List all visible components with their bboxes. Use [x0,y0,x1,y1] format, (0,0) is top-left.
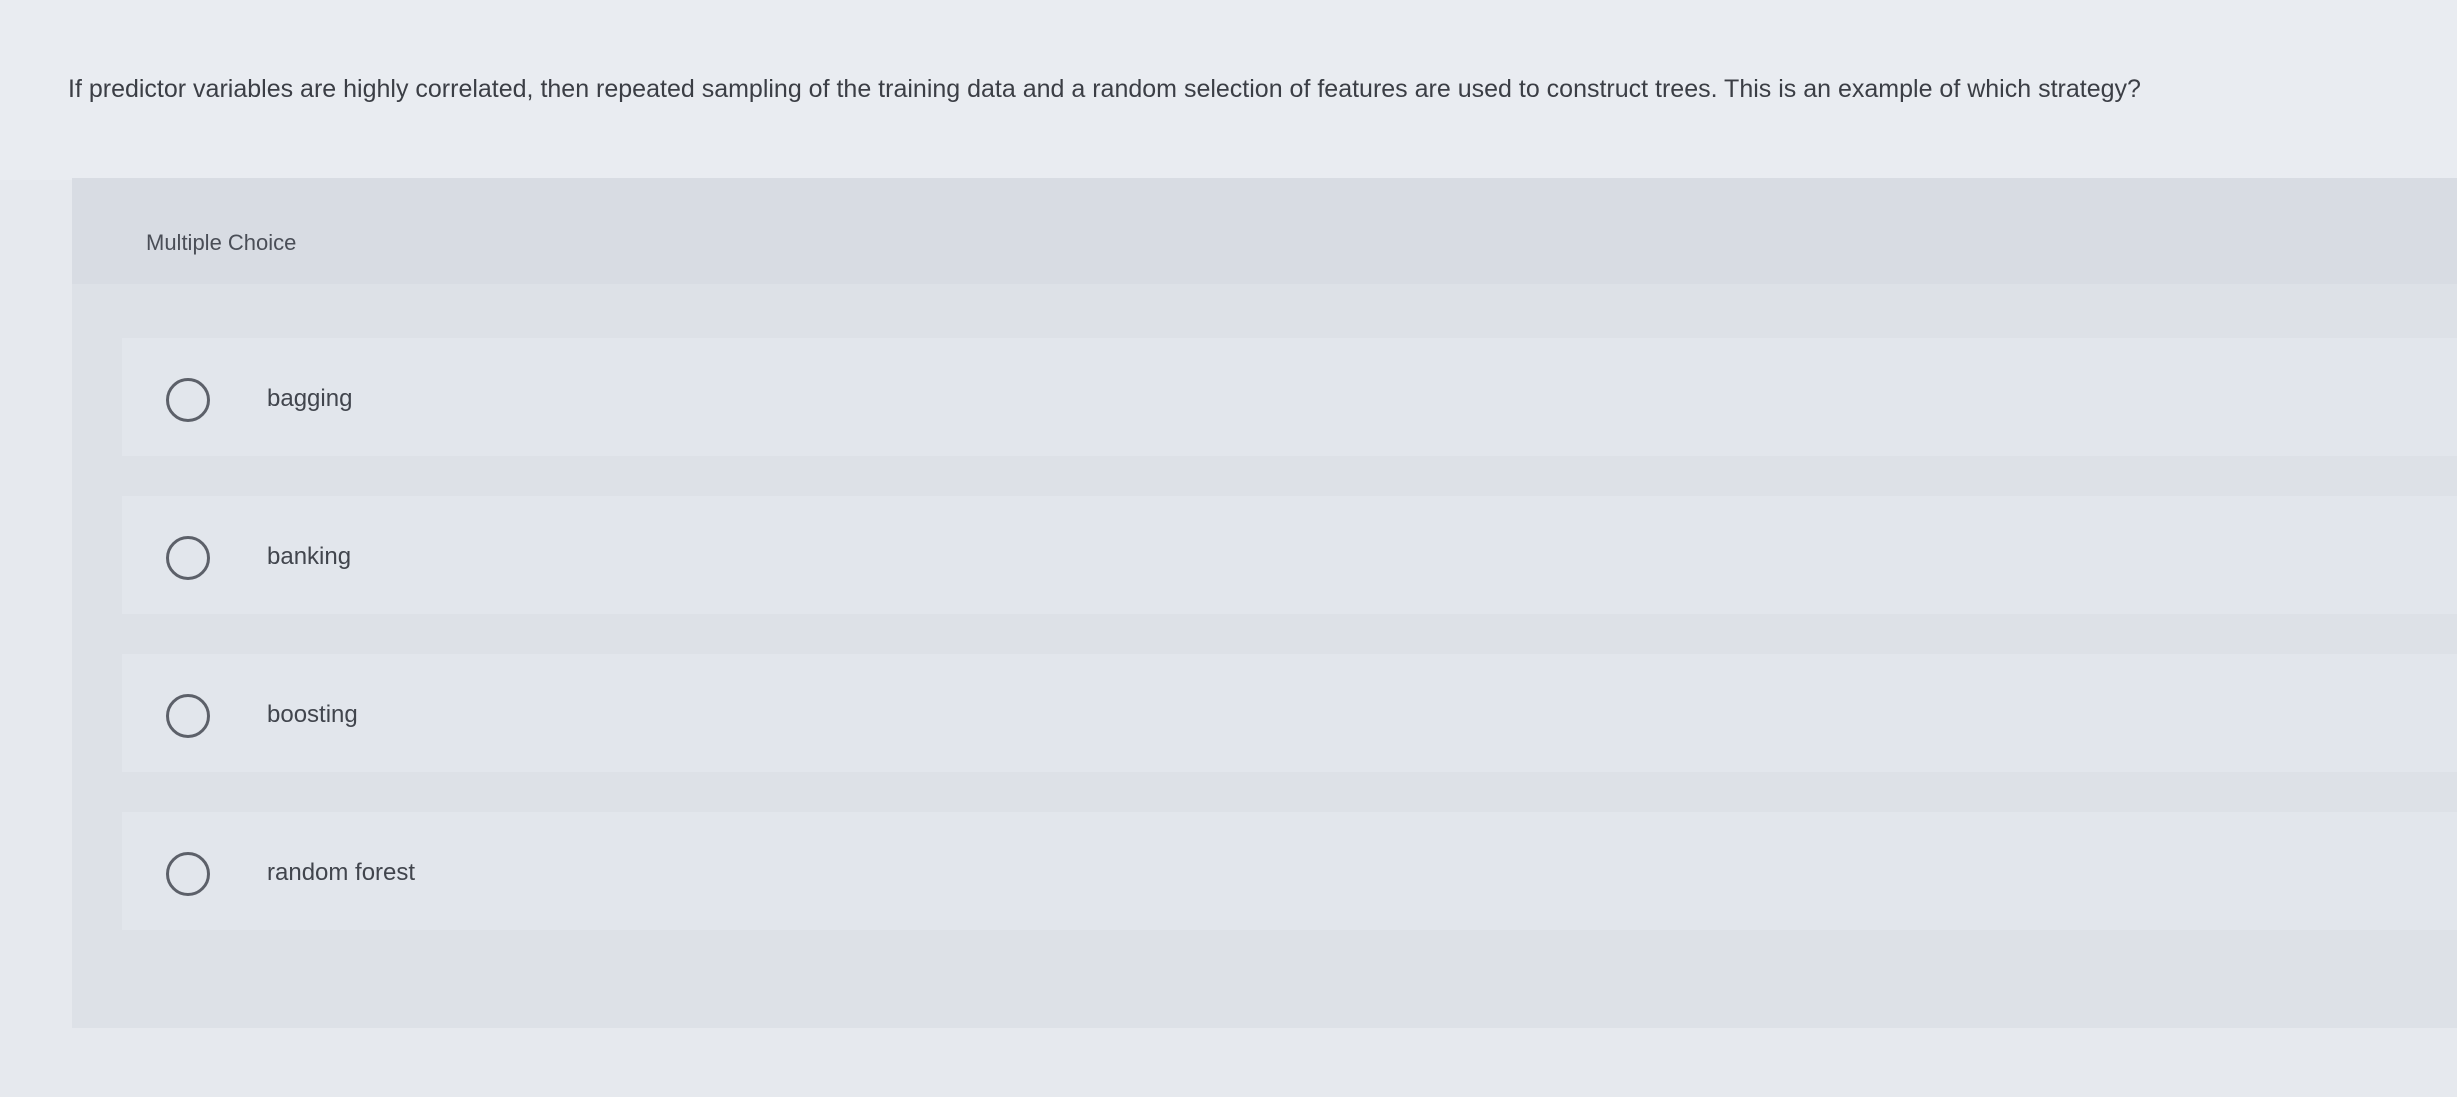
option-label[interactable]: random forest [267,859,415,887]
option-bagging[interactable]: bagging [122,338,2457,456]
question-area: If predictor variables are highly correl… [0,0,2457,180]
option-random-forest[interactable]: random forest [122,812,2457,930]
multiple-choice-label: Multiple Choice [146,230,297,255]
option-label[interactable]: boosting [267,701,358,729]
option-boosting[interactable]: boosting [122,654,2457,772]
option-label[interactable]: banking [267,543,351,571]
radio-button-icon[interactable] [166,852,210,896]
multiple-choice-panel: Multiple Choice bagging banking boosting… [72,178,2457,1028]
option-label[interactable]: bagging [267,385,352,413]
option-banking[interactable]: banking [122,496,2457,614]
question-text: If predictor variables are highly correl… [68,75,2141,103]
radio-button-icon[interactable] [166,378,210,422]
multiple-choice-header: Multiple Choice [72,178,2457,284]
radio-button-icon[interactable] [166,536,210,580]
radio-button-icon[interactable] [166,694,210,738]
